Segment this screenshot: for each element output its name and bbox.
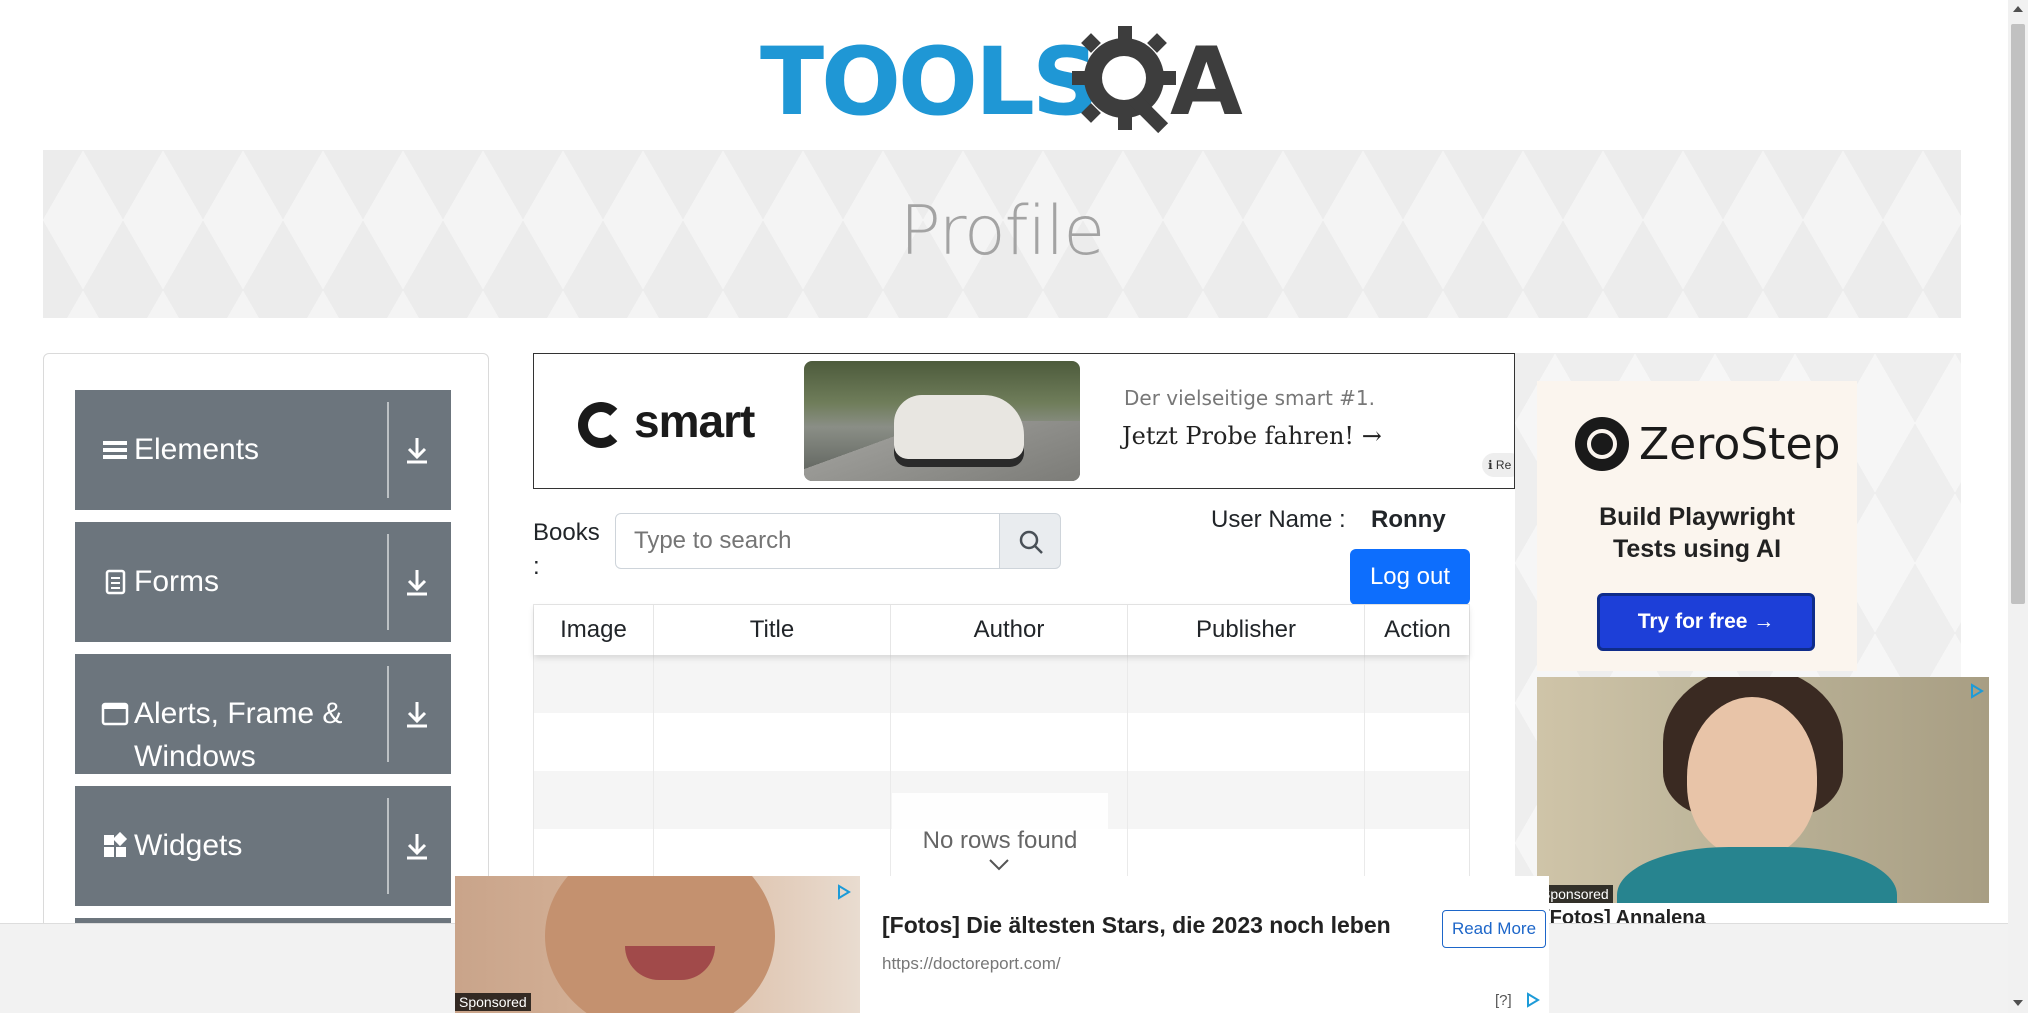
zerostep-tagline: Build Playwright Tests using AI [1537,501,1857,565]
sidebar-group-label: Alerts, Frame & [134,697,343,730]
bottom-ad-url[interactable]: https://doctoreport.com/ [882,954,1061,974]
right-ad-column: ZeroStep Build Playwright Tests using AI… [1515,353,1989,1013]
zerostep-ad[interactable]: ZeroStep Build Playwright Tests using AI… [1537,381,1857,671]
sidebar-group-label: Widgets [134,829,243,862]
search-icon [1019,530,1043,554]
zerostep-tagline-line1: Build Playwright [1599,503,1795,531]
chevron-down-icon[interactable] [988,858,1010,872]
column-header-image[interactable]: Image [534,605,654,655]
sidebar-group-label: Forms [134,565,219,598]
document-icon [105,569,126,595]
table-row [534,713,1469,771]
zerostep-tagline-line2: Tests using AI [1612,535,1782,563]
sidebar-group-alerts-frame-windows[interactable]: Alerts, Frame & Windows [75,654,451,774]
smart-logo-icon [578,402,624,448]
download-arrow-icon [407,834,427,860]
books-label-line1: Books [533,519,600,546]
sidebar-group-elements[interactable]: Elements [75,390,451,510]
column-header-publisher[interactable]: Publisher [1128,605,1365,655]
smart-brand: smart [634,395,755,447]
left-sidebar: Elements Forms Alerts, Frame & Windows W… [43,353,489,1013]
try-for-free-button[interactable]: Try for free → [1597,593,1815,651]
zerostep-logo-icon [1575,417,1629,471]
scroll-down-arrow-icon[interactable] [2013,1000,2023,1006]
column-header-action[interactable]: Action [1365,605,1470,655]
bottom-ad[interactable]: Sponsored [Fotos] Die ältesten Stars, di… [455,876,1549,1013]
ad-info-badge[interactable]: ℹ Re [1482,453,1514,477]
download-arrow-icon [407,702,427,728]
scrollbar-thumb[interactable] [2011,24,2025,604]
ad-info-text: Re [1495,458,1512,472]
car [894,395,1024,459]
vertical-scrollbar[interactable] [2008,0,2028,1013]
logout-button[interactable]: Log out [1350,549,1470,605]
page-banner: Profile [43,150,1961,318]
ad-help-link[interactable]: [?] [1495,992,1512,1009]
bottom-ad-image[interactable]: Sponsored [455,876,860,1013]
ad-car-image [804,361,1080,481]
page-title: Profile [899,192,1105,271]
table-header: Image Title Author Publisher Action [534,605,1469,655]
page-root: TOOLS A Profile Elements Forms Alerts, F… [0,0,2028,1013]
divider [387,534,389,630]
search-input[interactable] [615,513,1000,569]
adchoices-icon[interactable] [836,884,852,900]
divider [387,666,389,762]
table-row [534,655,1469,713]
sponsored-label: Sponsored [455,993,531,1011]
books-label-line2: : [533,553,540,580]
scroll-up-arrow-icon[interactable] [2013,6,2023,12]
search-button[interactable] [999,513,1061,569]
column-header-title[interactable]: Title [654,605,891,655]
logo-suffix: A [1170,28,1243,137]
books-label: Books : [533,516,600,584]
jacket [1617,847,1897,903]
user-name-value: Ronny [1371,506,1446,533]
window-icon [101,702,129,726]
column-header-author[interactable]: Author [891,605,1128,655]
adchoices-icon[interactable] [1525,992,1541,1008]
download-arrow-icon [407,570,427,596]
zerostep-brand: ZeroStep [1639,419,1841,470]
smart-ad-banner[interactable]: smart Der vielseitige smart #1. Jetzt Pr… [533,353,1515,489]
face [545,876,775,1013]
sidebar-group-forms[interactable]: Forms [75,522,451,642]
logo-text: TOOLS [760,28,1100,137]
bottom-ad-headline[interactable]: [Fotos] Die ältesten Stars, die 2023 noc… [882,912,1391,939]
divider [387,798,389,894]
widgets-icon [104,832,128,857]
face [1687,697,1817,857]
sidebar-group-widgets[interactable]: Widgets [75,786,451,906]
sidebar-group-label: Elements [134,433,260,466]
sidebar-group-label-line2: Windows [134,740,256,773]
ad-cta-link[interactable]: Jetzt Probe fahren! → [1122,422,1382,450]
ad-tagline: Der vielseitige smart #1. [1124,386,1375,410]
download-arrow-icon [407,438,427,464]
hamburger-icon [103,441,127,459]
read-more-button[interactable]: Read More [1442,910,1546,948]
adchoices-icon[interactable] [1969,683,1985,699]
divider [387,402,389,498]
annalena-ad-image[interactable]: Sponsored [1537,677,1989,903]
toolsqa-logo[interactable]: TOOLS A [760,22,1246,140]
user-name-label: User Name : [1211,506,1346,533]
